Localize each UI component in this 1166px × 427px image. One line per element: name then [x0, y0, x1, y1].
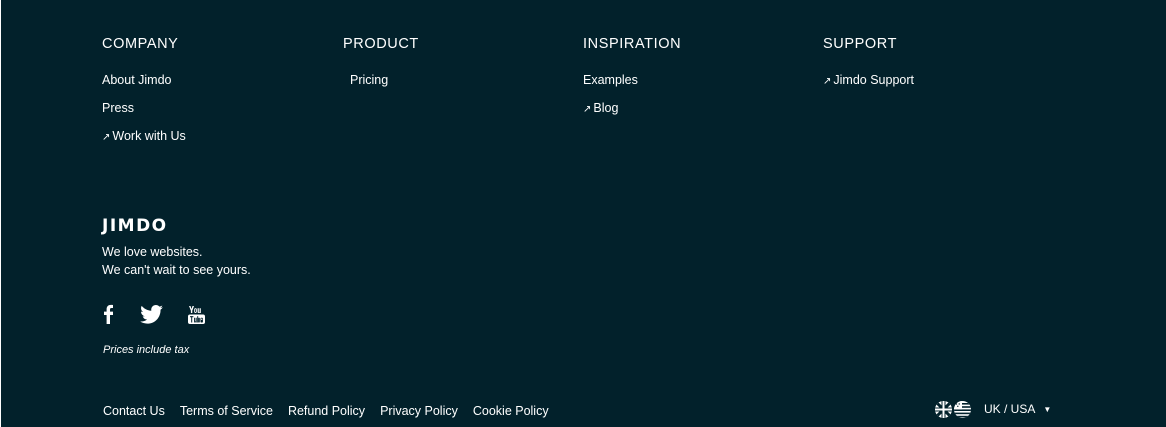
link-jimdo-support[interactable]: ↗ Jimdo Support: [823, 72, 1043, 90]
footer-column-support: SUPPORT ↗ Jimdo Support: [823, 35, 1043, 102]
site-footer: COMPANY About Jimdo Press ↗ Work with Us …: [1, 0, 1166, 427]
link-about-jimdo[interactable]: About Jimdo: [102, 72, 322, 88]
chevron-down-icon: ▼: [1043, 404, 1052, 414]
footer-column-inspiration: INSPIRATION Examples ↗ Blog: [583, 35, 803, 130]
uk-flag-icon: [935, 400, 952, 418]
column-heading-product: PRODUCT: [343, 36, 419, 52]
tagline-line-1: We love websites.: [102, 245, 203, 259]
external-link-icon: ↗: [102, 132, 111, 143]
external-link-icon: ↗: [823, 76, 832, 87]
contact-us-link[interactable]: Contact Us: [103, 404, 165, 418]
footer-column-product: PRODUCT Pricing: [343, 35, 563, 100]
link-pricing[interactable]: Pricing: [343, 72, 563, 88]
link-examples[interactable]: Examples: [583, 72, 803, 88]
external-link-icon: ↗: [583, 104, 592, 115]
link-work-with-us[interactable]: ↗ Work with Us: [102, 128, 322, 146]
locale-flags: [935, 400, 971, 418]
refund-policy-link[interactable]: Refund Policy: [288, 404, 365, 418]
column-heading-company: COMPANY: [102, 36, 179, 52]
locale-selector[interactable]: UK / USA ▼: [935, 400, 1051, 418]
cookie-policy-link[interactable]: Cookie Policy: [473, 404, 549, 418]
link-press[interactable]: Press: [102, 100, 322, 116]
tagline-line-2: We can't wait to see yours.: [102, 263, 251, 277]
youtube-icon[interactable]: [188, 306, 205, 329]
locale-label: UK / USA: [984, 402, 1036, 416]
terms-of-service-link[interactable]: Terms of Service: [180, 404, 273, 418]
jimdo-logo[interactable]: JIMDO: [102, 216, 251, 236]
column-heading-inspiration: INSPIRATION: [583, 36, 682, 52]
tax-note: Prices include tax: [103, 344, 190, 356]
privacy-policy-link[interactable]: Privacy Policy: [380, 404, 458, 418]
facebook-icon[interactable]: [104, 304, 114, 329]
footer-brand: JIMDO We love websites. We can't wait to…: [102, 216, 251, 279]
link-blog[interactable]: ↗ Blog: [583, 100, 803, 118]
footer-column-company: COMPANY About Jimdo Press ↗ Work with Us: [102, 35, 322, 158]
usa-flag-icon: [954, 400, 971, 418]
column-heading-support: SUPPORT: [823, 36, 898, 52]
legal-links: Contact Us Terms of Service Refund Policy P…: [103, 403, 564, 419]
twitter-icon[interactable]: [140, 305, 163, 329]
tagline: We love websites. We can't wait to see y…: [102, 243, 251, 279]
